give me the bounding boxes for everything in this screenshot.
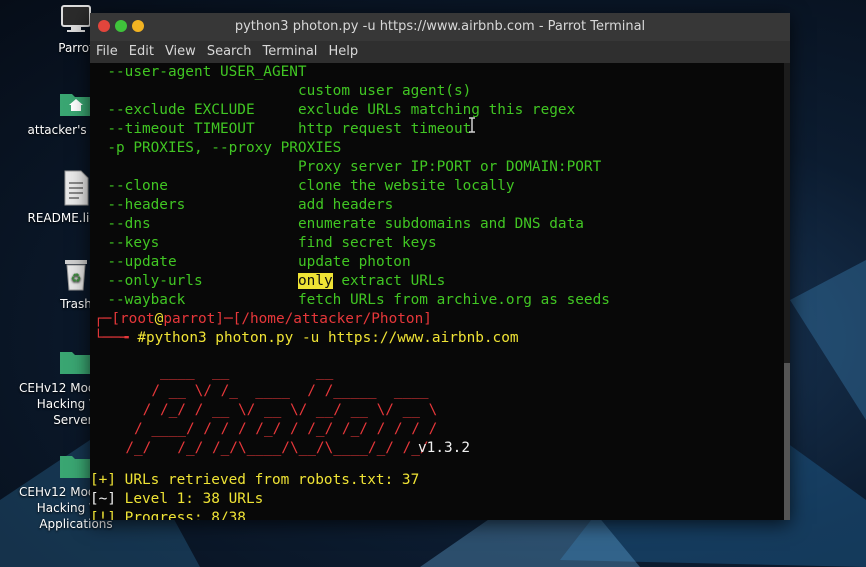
menu-edit[interactable]: Edit [123, 41, 159, 59]
terminal-output[interactable]: --user-agent USER_AGENT custom user agen… [90, 63, 790, 520]
help-option-desc: enumerate subdomains and DNS data [298, 216, 584, 232]
version-label: v1.3.2 [418, 440, 470, 456]
help-option-desc: Proxy server IP:PORT or DOMAIN:PORT [298, 159, 602, 175]
help-option-line: --exclude EXCLUDE [90, 102, 255, 118]
home-folder-icon [60, 94, 92, 116]
computer-icon [61, 5, 91, 32]
terminal-window[interactable]: python3 photon.py -u https://www.airbnb.… [90, 13, 790, 520]
prompt-host: parrot [163, 311, 216, 327]
help-option-desc: http request timeout [298, 121, 472, 137]
status-line: [+] URLs retrieved from robots.txt: 37 [90, 472, 420, 488]
help-option-line: --headers [90, 197, 186, 213]
title-bar[interactable]: python3 photon.py -u https://www.airbnb.… [90, 13, 790, 41]
help-option-desc: find secret keys [298, 235, 437, 251]
menu-view[interactable]: View [159, 41, 201, 59]
terminal-scrollbar[interactable] [784, 63, 790, 520]
shell-prompt: ┌─[root@parrot]─[/home/attacker/Photon] [94, 311, 432, 327]
help-option-desc: update photon [298, 254, 411, 270]
help-option-desc: exclude URLs matching this regex [298, 102, 576, 118]
banner-line: ____ __ __ [108, 364, 334, 380]
menu-bar: File Edit View Search Terminal Help [90, 41, 790, 63]
help-option-line: -p PROXIES, --proxy PROXIES [90, 140, 342, 156]
shell-command: python3 photon.py -u https://www.airbnb.… [146, 330, 519, 346]
window-title: python3 photon.py -u https://www.airbnb.… [234, 19, 646, 34]
help-option-desc: add headers [298, 197, 394, 213]
prompt-path: /home/attacker/Photon [241, 311, 424, 327]
help-option-line: --clone [90, 178, 168, 194]
help-option-desc: fetch URLs from archive.org as seeds [298, 292, 610, 308]
status-line: [~] Level 1: 38 URLs [90, 491, 264, 507]
menu-file[interactable]: File [90, 41, 123, 59]
trash-icon: ♻ [65, 260, 87, 291]
status-line: [!] Progress: 8/38 [90, 510, 246, 520]
banner-line: / __ \/ /_ ____ / /_____ ____ [108, 383, 429, 399]
shell-command-line: └──╼ #python3 photon.py -u https://www.a… [94, 330, 519, 346]
search-highlight: only [298, 273, 333, 289]
folder-icon [60, 456, 92, 478]
svg-text:♻: ♻ [71, 271, 82, 285]
help-option-line: --keys [90, 235, 160, 251]
text-file-icon [64, 170, 89, 206]
text-cursor-icon [469, 117, 475, 133]
help-option-desc: only extract URLs [298, 273, 446, 289]
help-option-line: --wayback [90, 292, 186, 308]
banner-line: / /_/ / __ \/ __ \/ __/ __ \/ __ \ [108, 402, 438, 418]
menu-search[interactable]: Search [201, 41, 257, 59]
prompt-user: root [120, 311, 155, 327]
help-option-line: --timeout TIMEOUT [90, 121, 255, 137]
help-option-line: custom user agent(s) [298, 83, 472, 99]
help-option-line: --user-agent USER_AGENT [90, 64, 307, 80]
banner-line: /_/ /_/ /_/\____/\__/\____/_/ /_/ [108, 440, 429, 456]
help-option-desc: clone the website locally [298, 178, 515, 194]
scrollbar-thumb[interactable] [784, 363, 790, 520]
folder-icon [60, 352, 92, 374]
help-option-line: --only-urls [90, 273, 203, 289]
banner-line: / ____/ / / / /_/ / /_/ /_/ / / / / [108, 421, 438, 437]
menu-help[interactable]: Help [322, 41, 363, 59]
help-option-line: --update [90, 254, 177, 270]
menu-terminal[interactable]: Terminal [256, 41, 322, 59]
help-option-line: --dns [90, 216, 151, 232]
